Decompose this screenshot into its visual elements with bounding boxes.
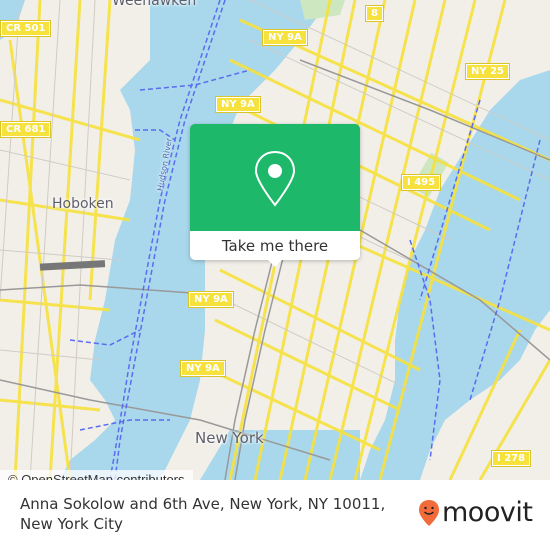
place-label-new-york: New York: [195, 429, 264, 447]
road-shield-ny9a: NY 9A: [188, 291, 234, 308]
place-label-hoboken: Hoboken: [52, 196, 114, 212]
road-shield-ny9a: NY 9A: [180, 360, 226, 377]
road-shield-ny9a: NY 9A: [215, 96, 261, 113]
place-label-weehawken: Weehawken: [112, 0, 197, 9]
road-shield-ny9a: NY 9A: [262, 29, 308, 46]
map-attribution[interactable]: © OpenStreetMap contributors: [0, 470, 193, 480]
road-shield-cr501: CR 501: [0, 20, 52, 37]
moovit-logo[interactable]: moovit: [418, 497, 533, 528]
east-river-water: [360, 70, 550, 480]
map-popup: Take me there: [190, 124, 360, 267]
road-shield-ny25: NY 25: [464, 63, 511, 80]
take-me-there-button[interactable]: Take me there: [190, 231, 360, 260]
road-shield-8: 8: [365, 5, 384, 22]
address-text: Anna Sokolow and 6th Ave, New York, NY 1…: [20, 495, 386, 533]
road-shield-cr681: CR 681: [0, 121, 52, 138]
location-pin-icon: [254, 150, 296, 207]
road-shield-i495: I 495: [400, 174, 442, 191]
popup-pointer: [266, 258, 284, 267]
map[interactable]: Weehawken Hoboken New York Hudson River …: [0, 0, 550, 480]
popup-header: [190, 124, 360, 231]
moovit-wordmark: moovit: [442, 497, 533, 528]
road-shield-i278: I 278: [490, 450, 532, 467]
moovit-pin-icon: [419, 500, 439, 526]
